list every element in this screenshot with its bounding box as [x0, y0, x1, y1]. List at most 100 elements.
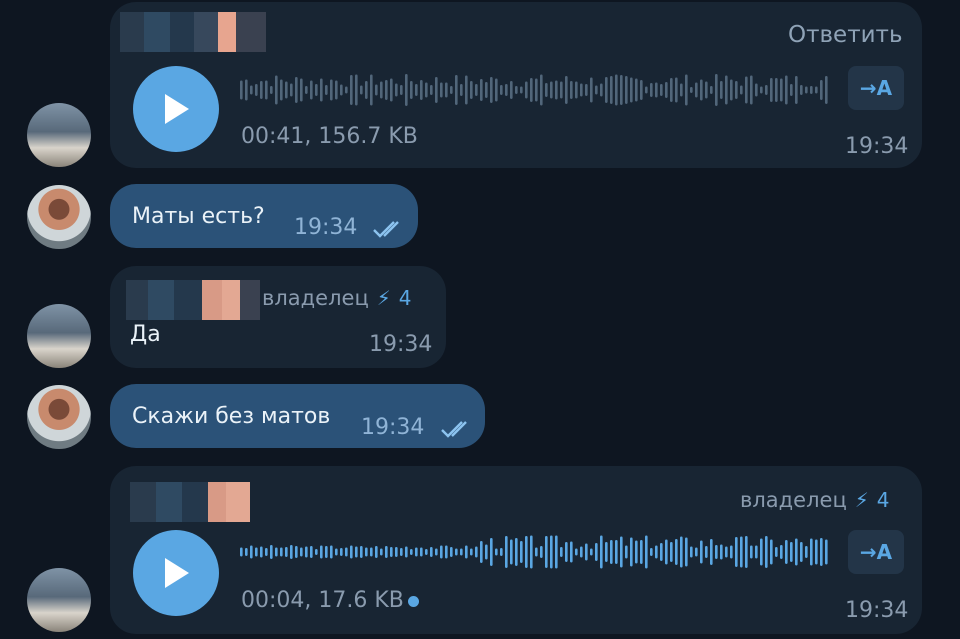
own-avatar[interactable] [27, 185, 91, 249]
waveform-bar [540, 546, 543, 558]
waveform-bar [610, 540, 613, 564]
waveform-bar [295, 77, 298, 103]
waveform-bar [280, 547, 283, 557]
waveform-bar [450, 86, 453, 94]
waveform-bar [650, 548, 653, 556]
play-button[interactable] [133, 66, 219, 152]
waveform-bar [710, 539, 713, 565]
waveform-bar [250, 85, 253, 95]
waveform-bar [615, 74, 618, 106]
waveform-bar [775, 78, 778, 102]
voice-duration-size: 00:41, 156.7 KB [241, 124, 418, 149]
play-button[interactable] [133, 530, 219, 616]
sender-name-blurred[interactable] [120, 12, 266, 52]
waveform-bar [585, 543, 588, 561]
waveform-bar [685, 74, 688, 106]
waveform-bar [340, 84, 343, 96]
waveform-bar [730, 545, 733, 559]
sender-name-blurred[interactable] [130, 482, 250, 522]
waveform-bar [675, 77, 678, 103]
waveform-bar [550, 81, 553, 99]
translate-button[interactable]: →A [848, 530, 904, 574]
waveform-bar [260, 546, 263, 558]
waveform-bar [450, 547, 453, 557]
waveform-bar [350, 75, 353, 105]
message-time: 19:34 [845, 598, 909, 623]
waveform-bar [590, 548, 593, 556]
message-text: Скажи без матов [132, 404, 331, 429]
waveform-bar [410, 549, 413, 555]
sender-name-blurred[interactable] [126, 280, 260, 320]
waveform-bar [620, 75, 623, 105]
message-time: 19:34 [369, 332, 433, 357]
boost-count: 4 [876, 488, 890, 512]
text-message-bubble: Маты есть? 19:34 [110, 184, 418, 248]
waveform-bar [645, 535, 648, 569]
waveform-bar [530, 78, 533, 102]
waveform-bar [420, 547, 423, 557]
waveform-bar [320, 545, 323, 559]
waveform-bar [735, 537, 738, 567]
waveform-bar [330, 545, 333, 559]
waveform-bar [425, 549, 428, 555]
waveform-bar [390, 547, 393, 557]
waveform-bar [360, 546, 363, 558]
sender-avatar[interactable] [27, 103, 91, 167]
waveform-bar [340, 548, 343, 556]
waveform-bar [445, 82, 448, 98]
waveform-bar [620, 536, 623, 568]
waveform-bar [755, 545, 758, 559]
waveform-bar [625, 545, 628, 559]
waveform-bar [635, 540, 638, 564]
voice-waveform[interactable] [240, 70, 830, 110]
waveform-bar [605, 542, 608, 562]
waveform-bar [690, 546, 693, 558]
waveform-bar [745, 536, 748, 568]
waveform-bar [610, 76, 613, 104]
waveform-bar [495, 548, 498, 556]
waveform-bar [545, 83, 548, 97]
sender-avatar[interactable] [27, 304, 91, 368]
waveform-bar [295, 546, 298, 558]
waveform-bar [565, 542, 568, 562]
waveform-bar [515, 86, 518, 94]
waveform-bar [535, 78, 538, 102]
waveform-bar [760, 86, 763, 94]
waveform-bar [455, 75, 458, 105]
waveform-bar [805, 86, 808, 94]
unlistened-dot [408, 596, 419, 607]
waveform-bar [290, 83, 293, 97]
waveform-bar [245, 548, 248, 556]
waveform-bar [795, 538, 798, 566]
waveform-bar [485, 544, 488, 560]
waveform-bar [415, 84, 418, 96]
waveform-bar [540, 74, 543, 106]
waveform-bar [535, 547, 538, 557]
waveform-bar [355, 546, 358, 558]
waveform-bar [495, 78, 498, 102]
reply-link[interactable]: Ответить [788, 22, 903, 48]
waveform-bar [460, 84, 463, 96]
own-avatar[interactable] [27, 385, 91, 449]
waveform-bar [650, 83, 653, 97]
voice-waveform[interactable] [240, 532, 830, 572]
waveform-bar [405, 74, 408, 106]
waveform-bar [800, 542, 803, 562]
waveform-bar [455, 548, 458, 556]
waveform-bar [655, 545, 658, 559]
waveform-bar [745, 76, 748, 104]
waveform-bar [555, 535, 558, 569]
waveform-bar [800, 85, 803, 95]
waveform-bar [330, 79, 333, 101]
waveform-bar [720, 544, 723, 560]
waveform-bar [700, 79, 703, 101]
waveform-bar [805, 546, 808, 558]
translate-button[interactable]: →A [848, 66, 904, 110]
waveform-bar [700, 540, 703, 564]
waveform-bar [510, 81, 513, 99]
sender-avatar[interactable] [27, 568, 91, 632]
waveform-bar [720, 81, 723, 99]
waveform-bar [360, 85, 363, 95]
waveform-bar [695, 82, 698, 98]
waveform-bar [345, 86, 348, 94]
